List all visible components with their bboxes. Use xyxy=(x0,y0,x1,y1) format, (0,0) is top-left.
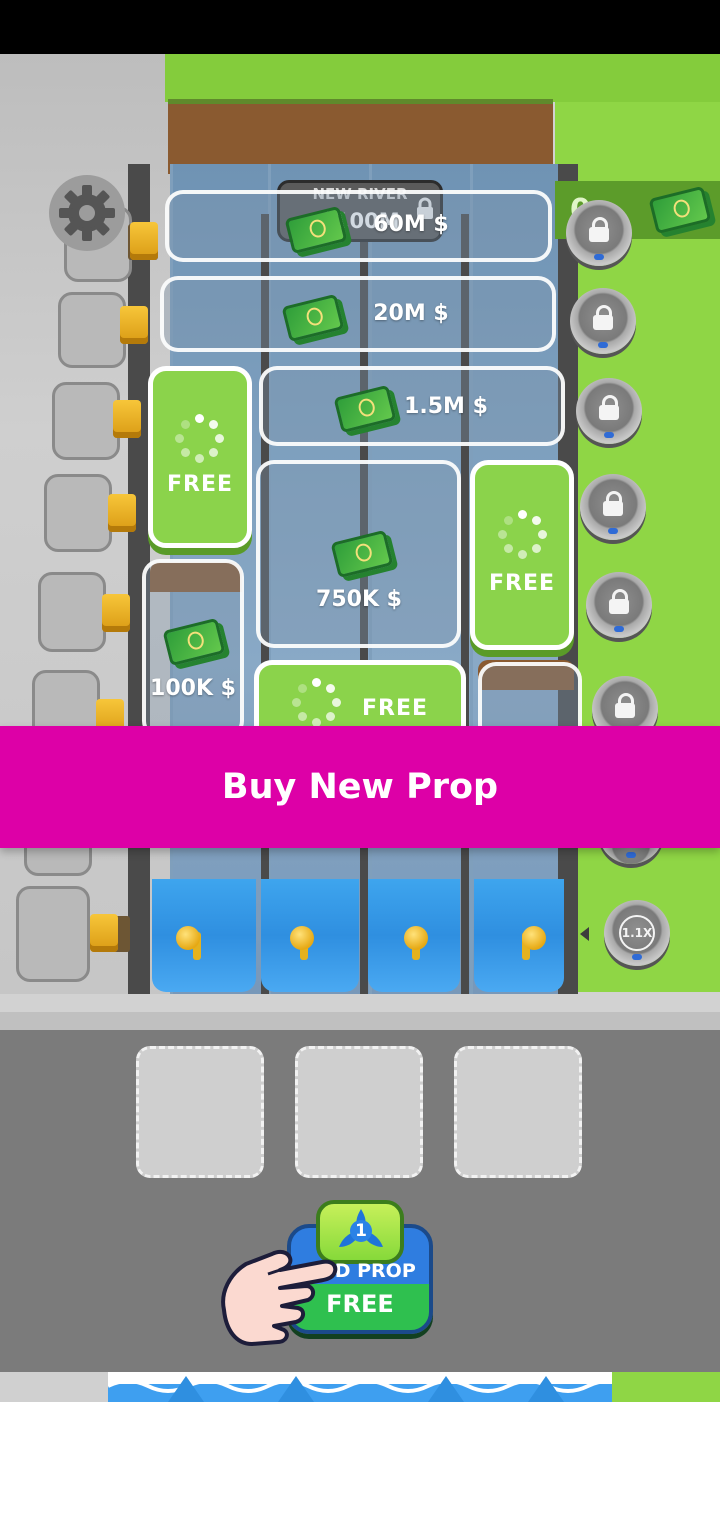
lock-button[interactable] xyxy=(580,474,646,540)
tier-20m-price: 20M $ xyxy=(373,301,449,326)
pointing-hand-icon xyxy=(221,1249,338,1346)
prop-slot-pin xyxy=(404,926,428,950)
loading-spinner-icon xyxy=(175,414,225,464)
free-label: FREE xyxy=(361,696,429,721)
add-prop-count: 1 xyxy=(355,1221,367,1241)
buy-new-prop-label: Buy New Prop xyxy=(221,767,499,807)
gear-icon[interactable] xyxy=(47,173,127,253)
free-label: FREE xyxy=(166,472,234,497)
multiplier-button[interactable]: 1.1X xyxy=(604,900,670,966)
prop-slot-pin xyxy=(522,926,546,950)
free-label: FREE xyxy=(488,571,556,596)
water-pool xyxy=(152,879,256,992)
loading-spinner-icon xyxy=(292,678,342,728)
tier-100k-price: 100K $ xyxy=(150,676,236,701)
inventory-slot[interactable] xyxy=(454,1046,582,1178)
water-strip xyxy=(107,1372,629,1402)
generator-pad xyxy=(58,292,126,368)
water-tap xyxy=(102,594,130,632)
buy-new-prop-banner[interactable]: Buy New Prop xyxy=(0,726,720,848)
lock-button[interactable] xyxy=(576,378,642,444)
status-bar xyxy=(0,0,720,54)
lock-button[interactable] xyxy=(570,288,636,354)
left-floor-edge xyxy=(0,1372,108,1402)
tier-750k-price: 750K $ xyxy=(316,587,402,612)
prop-slot-pin xyxy=(290,926,314,950)
inventory-slot[interactable] xyxy=(295,1046,423,1178)
water-tap xyxy=(130,222,158,260)
water-tap xyxy=(90,914,118,952)
generator-pad xyxy=(52,382,120,460)
generator-pad xyxy=(16,886,90,982)
water-tap xyxy=(113,400,141,438)
loading-spinner-icon xyxy=(498,510,548,560)
tier-60m-price: 60M $ xyxy=(373,212,449,237)
lock-button[interactable] xyxy=(566,200,632,266)
prop-slot-pin xyxy=(176,926,200,950)
water-tap xyxy=(108,494,136,532)
multiplier-badge: 1.1X xyxy=(619,915,655,951)
water-tap xyxy=(120,306,148,344)
tier-1-5m-price: 1.5M $ xyxy=(404,394,488,419)
grass-edge xyxy=(612,1372,720,1402)
grass-top xyxy=(165,54,720,102)
generator-pad xyxy=(38,572,106,652)
inventory-slot[interactable] xyxy=(136,1046,264,1178)
generator-pad xyxy=(44,474,112,552)
dirt-bank xyxy=(168,99,553,174)
lock-button[interactable] xyxy=(586,572,652,638)
arrow-indicator xyxy=(580,927,589,941)
water-waves xyxy=(107,1376,629,1402)
water-pool xyxy=(474,879,564,992)
